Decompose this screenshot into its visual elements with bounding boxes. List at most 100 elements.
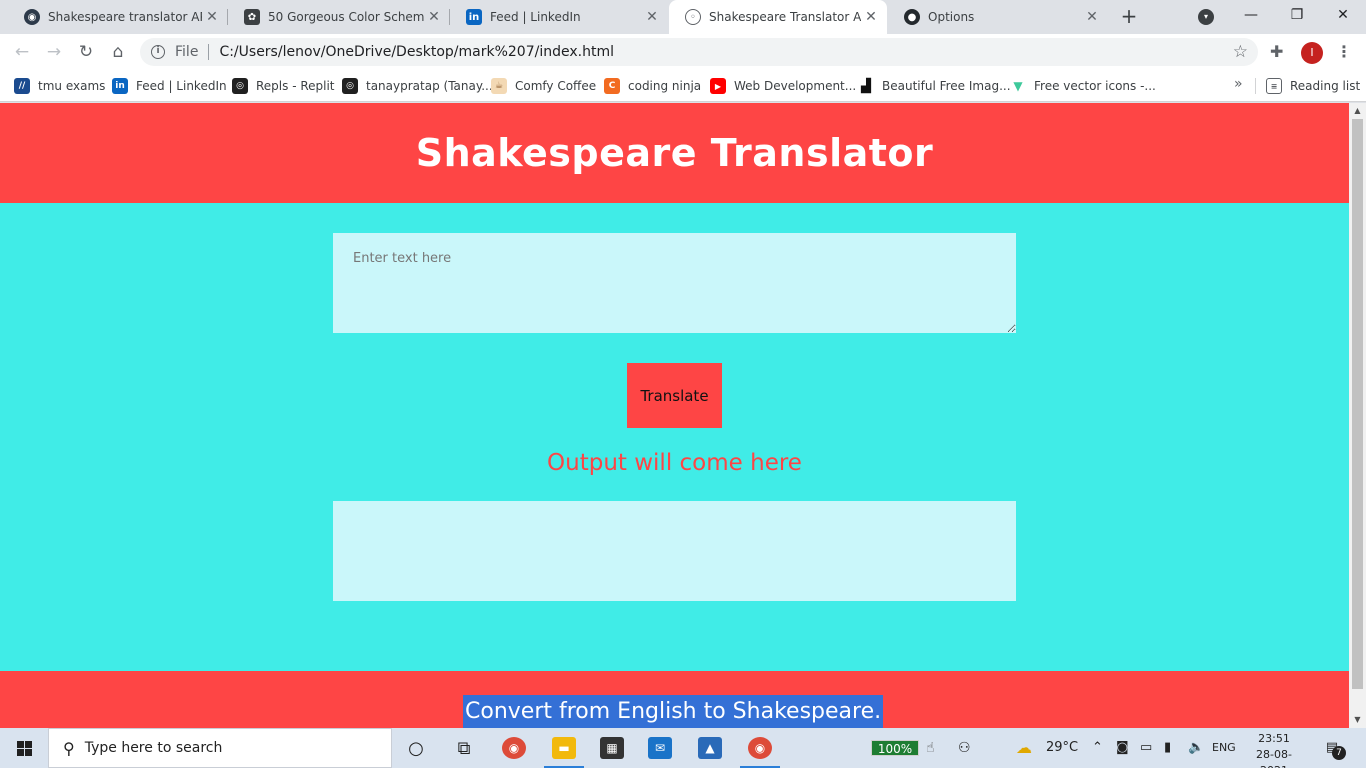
cortana-icon[interactable]: ○ bbox=[392, 728, 440, 768]
task-view-icon[interactable]: ⧉ bbox=[440, 728, 488, 768]
extensions-icon[interactable]: ✚ bbox=[1270, 42, 1283, 61]
coffee-icon: ☕ bbox=[491, 78, 507, 94]
bookmarks-bar: // tmu exams in Feed | LinkedIn ◎ Repls … bbox=[0, 70, 1366, 102]
clock[interactable]: 23:51 28-08-2021 bbox=[1248, 731, 1300, 768]
scroll-down-icon[interactable]: ▼ bbox=[1349, 712, 1366, 728]
notifications-button[interactable]: ▤ 7 bbox=[1322, 740, 1346, 760]
chrome-profile-taskbar-icon[interactable]: ◉ bbox=[736, 728, 784, 768]
notification-count: 7 bbox=[1332, 746, 1346, 760]
tab-search-icon[interactable]: ▾ bbox=[1198, 9, 1214, 25]
photos-taskbar-icon[interactable]: ▲ bbox=[686, 728, 734, 768]
bookmark-label: tmu exams bbox=[38, 79, 106, 93]
meet-now-icon[interactable]: ◙ bbox=[1116, 728, 1129, 768]
chrome-icon: ◉ bbox=[502, 737, 526, 759]
tab-label: Options bbox=[928, 10, 975, 24]
bookmark-label: Free vector icons -... bbox=[1034, 79, 1156, 93]
temperature-label[interactable]: 29°C bbox=[1046, 728, 1078, 768]
bookmark-coding-ninja[interactable]: C coding ninja bbox=[604, 76, 701, 96]
unsplash-icon: ▟ bbox=[858, 78, 874, 94]
bookmark-comfy-coffee[interactable]: ☕ Comfy Coffee bbox=[491, 76, 596, 96]
reading-list-button[interactable]: ≡ Reading list bbox=[1266, 76, 1360, 96]
chevron-up-icon[interactable]: ⌃ bbox=[1092, 728, 1103, 768]
bookmark-tanaypratap[interactable]: ◎ tanaypratap (Tanay... bbox=[342, 76, 493, 96]
bookmark-label: coding ninja bbox=[628, 79, 702, 93]
bookmark-label: Repls - Replit bbox=[256, 79, 335, 93]
linkedin-icon: in bbox=[112, 78, 128, 94]
people-icon[interactable]: ⚇ bbox=[958, 728, 971, 768]
tab-shakespeare-api[interactable]: ◉ Shakespeare translator API ✕ bbox=[8, 0, 228, 34]
taskbar-search[interactable]: ⚲ Type here to search bbox=[48, 728, 392, 768]
page-scrollbar[interactable]: ▲ ▼ bbox=[1349, 103, 1366, 728]
taskbar-search-placeholder: Type here to search bbox=[84, 740, 223, 756]
bookmark-label: Feed | LinkedIn bbox=[136, 79, 227, 93]
battery-icon[interactable]: ▮ bbox=[1164, 728, 1171, 768]
bookmarks-overflow-icon[interactable]: » bbox=[1234, 76, 1243, 92]
bookmarks-divider bbox=[1255, 78, 1256, 94]
minimize-button[interactable]: — bbox=[1228, 0, 1274, 30]
store-taskbar-icon[interactable]: ▦ bbox=[588, 728, 636, 768]
github-icon: ● bbox=[904, 9, 920, 25]
network-icon[interactable]: ▭ bbox=[1140, 728, 1152, 768]
file-explorer-taskbar-icon[interactable]: ▬ bbox=[540, 728, 588, 768]
battery-indicator[interactable]: 100% bbox=[871, 740, 919, 756]
new-tab-button[interactable]: + bbox=[1116, 5, 1142, 29]
touch-icon[interactable]: ☝ bbox=[926, 728, 935, 768]
windows-taskbar: ⚲ Type here to search ○ ⧉ ◉ ▬ ▦ ✉ ▲ ◉ 10… bbox=[0, 728, 1366, 768]
restore-button[interactable]: ❐ bbox=[1274, 0, 1320, 30]
bookmark-flaticon[interactable]: ▼ Free vector icons -... bbox=[1010, 76, 1156, 96]
address-bar[interactable]: i File C:/Users/lenov/OneDrive/Desktop/m… bbox=[140, 38, 1258, 66]
close-icon[interactable]: ✕ bbox=[642, 9, 662, 25]
page-title: Shakespeare Translator bbox=[415, 131, 934, 175]
home-icon[interactable]: ⌂ bbox=[106, 40, 130, 64]
browser-menu-icon[interactable]: ⋮ bbox=[1336, 42, 1352, 61]
back-icon[interactable]: ← bbox=[10, 40, 34, 64]
scrollbar-thumb[interactable] bbox=[1352, 119, 1363, 689]
tab-color-schemes[interactable]: ✿ 50 Gorgeous Color Schemes ✕ bbox=[228, 0, 450, 34]
paint-palette-icon: ✿ bbox=[244, 9, 260, 25]
profile-avatar[interactable]: I bbox=[1301, 42, 1323, 64]
translate-button[interactable]: Translate bbox=[627, 363, 722, 428]
scroll-up-icon[interactable]: ▲ bbox=[1349, 103, 1366, 119]
store-icon: ▦ bbox=[600, 737, 624, 759]
bookmark-linkedin[interactable]: in Feed | LinkedIn bbox=[112, 76, 227, 96]
bookmark-unsplash[interactable]: ▟ Beautiful Free Imag... bbox=[858, 76, 1011, 96]
tab-shakespeare-app[interactable]: ◦ Shakespeare Translator App ✕ bbox=[669, 0, 887, 34]
tab-label: 50 Gorgeous Color Schemes bbox=[268, 10, 424, 24]
linkedin-icon: in bbox=[466, 9, 482, 25]
github-icon: ◎ bbox=[342, 78, 358, 94]
url-text[interactable]: C:/Users/lenov/OneDrive/Desktop/mark%207… bbox=[219, 44, 614, 60]
replit-icon: ◎ bbox=[232, 78, 248, 94]
forward-icon[interactable]: → bbox=[42, 40, 66, 64]
globe-dark-icon: ◉ bbox=[24, 9, 40, 25]
volume-icon[interactable]: 🔈 bbox=[1188, 728, 1204, 768]
bookmark-replit[interactable]: ◎ Repls - Replit bbox=[232, 76, 335, 96]
mail-icon: ✉ bbox=[648, 737, 672, 759]
globe-icon: ◦ bbox=[685, 9, 701, 25]
tab-options[interactable]: ● Options ✕ bbox=[888, 0, 1108, 34]
start-button[interactable] bbox=[0, 728, 48, 768]
bookmark-tmu-exams[interactable]: // tmu exams bbox=[14, 76, 105, 96]
chrome-taskbar-icon[interactable]: ◉ bbox=[490, 728, 538, 768]
clock-date: 28-08-2021 bbox=[1256, 748, 1292, 768]
close-icon[interactable]: ✕ bbox=[861, 9, 881, 25]
close-icon[interactable]: ✕ bbox=[424, 9, 444, 25]
tab-label: Feed | LinkedIn bbox=[490, 10, 581, 24]
input-textarea[interactable] bbox=[333, 233, 1016, 333]
bookmark-web-development[interactable]: ▶ Web Development... bbox=[710, 76, 856, 96]
site-info-icon[interactable]: i bbox=[151, 45, 165, 59]
weather-icon[interactable]: ☁ bbox=[1016, 728, 1032, 768]
reload-icon[interactable]: ↻ bbox=[74, 40, 98, 64]
close-icon[interactable]: ✕ bbox=[202, 9, 222, 25]
tab-linkedin[interactable]: in Feed | LinkedIn ✕ bbox=[450, 0, 668, 34]
close-window-button[interactable]: ✕ bbox=[1320, 0, 1366, 30]
language-indicator[interactable]: ENG bbox=[1212, 728, 1236, 768]
bookmark-label: Comfy Coffee bbox=[515, 79, 597, 93]
bookmark-star-icon[interactable]: ☆ bbox=[1233, 42, 1248, 62]
close-icon[interactable]: ✕ bbox=[1082, 9, 1102, 25]
bookmark-label: Web Development... bbox=[734, 79, 857, 93]
footer-tagline: Convert from English to Shakespeare. bbox=[463, 695, 884, 728]
bookmark-label: Beautiful Free Imag... bbox=[882, 79, 1011, 93]
reading-list-icon: ≡ bbox=[1266, 78, 1282, 94]
browser-toolbar: ← → ↻ ⌂ i File C:/Users/lenov/OneDrive/D… bbox=[0, 34, 1366, 70]
mail-taskbar-icon[interactable]: ✉ bbox=[636, 728, 684, 768]
